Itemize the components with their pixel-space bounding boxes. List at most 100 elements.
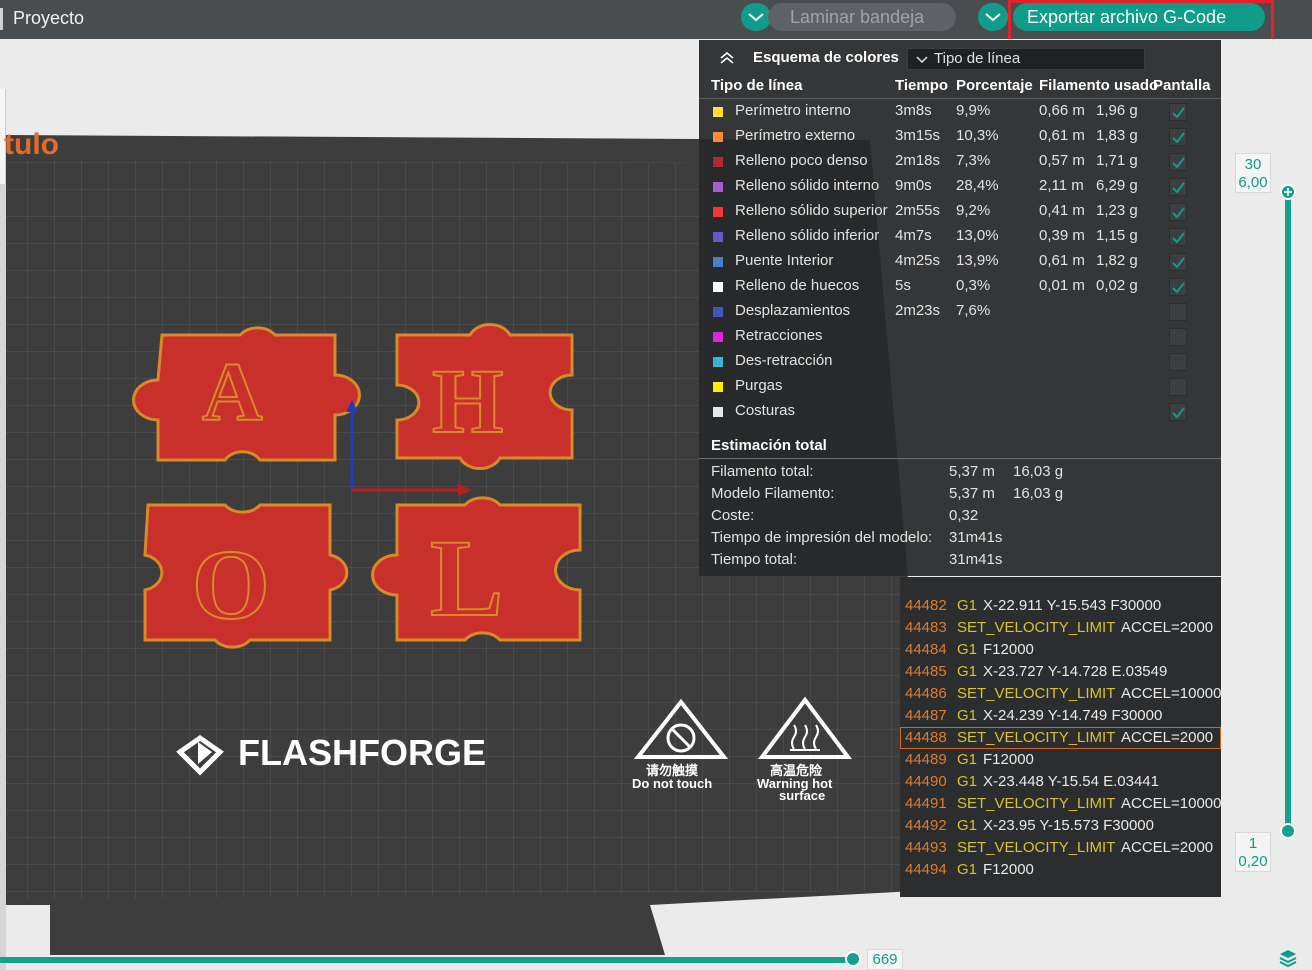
color-swatch: [713, 357, 723, 367]
line-type-row: Purgas: [699, 374, 1221, 399]
estimate-value-2: 16,03 g: [1013, 463, 1064, 480]
plus-icon: [1284, 188, 1292, 196]
gcode-line-number: 44493: [905, 839, 947, 856]
gcode-arguments: X-23.95 Y-15.573 F30000: [983, 817, 1154, 834]
gcode-line[interactable]: 44486 SET_VELOCITY_LIMIT ACCEL=10000: [900, 683, 1222, 705]
row-time: 4m7s: [895, 227, 932, 244]
display-checkbox[interactable]: [1169, 353, 1187, 371]
gcode-line[interactable]: 44485 G1 X-23.727 Y-14.728 E.03549: [900, 661, 1221, 683]
brand-text: FLASHFORGE: [238, 732, 486, 773]
gcode-line[interactable]: 44483 SET_VELOCITY_LIMIT ACCEL=2000: [900, 617, 1221, 639]
layers-icon[interactable]: [1278, 948, 1298, 968]
gcode-line[interactable]: 44491 SET_VELOCITY_LIMIT ACCEL=10000: [900, 793, 1222, 815]
estimate-divider: [699, 458, 1221, 459]
layer-slider-track[interactable]: [1285, 192, 1291, 832]
gcode-line[interactable]: 44494 G1 F12000: [900, 859, 1221, 881]
gcode-line[interactable]: 44493 SET_VELOCITY_LIMIT ACCEL=2000: [900, 837, 1221, 859]
gcode-line[interactable]: 44487 G1 X-24.239 Y-14.749 F30000: [900, 705, 1221, 727]
row-name: Costuras: [735, 402, 796, 419]
gcode-command: G1: [957, 773, 978, 790]
display-checkbox[interactable]: [1169, 278, 1187, 296]
row-percent: 9,2%: [956, 202, 991, 219]
row-name: Purgas: [735, 377, 783, 394]
move-slider-track[interactable]: [0, 957, 855, 963]
row-time: 2m23s: [895, 302, 941, 319]
gcode-arguments: F12000: [983, 751, 1034, 768]
slice-dropdown-button[interactable]: [741, 3, 771, 31]
row-name: Retracciones: [735, 327, 823, 344]
layer-slider-top-handle[interactable]: [1280, 184, 1296, 200]
layer-bottom-height: 0,20: [1238, 853, 1268, 870]
color-swatch: [713, 157, 723, 167]
slice-plate-button[interactable]: Laminar bandeja: [768, 3, 956, 31]
color-scheme-select[interactable]: Tipo de línea: [907, 48, 1145, 70]
row-percent: 13,9%: [956, 252, 999, 269]
estimate-value-2: 16,03 g: [1013, 485, 1064, 502]
checkmark-icon: [1172, 107, 1185, 118]
checkmark-icon: [1172, 157, 1185, 168]
display-checkbox[interactable]: [1169, 228, 1187, 246]
display-checkbox[interactable]: [1169, 303, 1187, 321]
part-letter-o: O: [192, 529, 270, 640]
move-slider-value: 669: [867, 949, 903, 970]
gcode-line[interactable]: 44489 G1 F12000: [900, 749, 1221, 771]
line-type-row: Desplazamientos 2m23s 7,6%: [699, 299, 1221, 324]
row-length: 0,01 m: [1039, 277, 1085, 294]
estimate-value-1: 31m41s: [949, 551, 1003, 568]
gcode-command: SET_VELOCITY_LIMIT: [957, 685, 1116, 702]
row-name: Desplazamientos: [735, 302, 851, 319]
display-checkbox[interactable]: [1169, 203, 1187, 221]
gcode-command: G1: [957, 597, 978, 614]
display-checkbox[interactable]: [1169, 328, 1187, 346]
row-length: 0,66 m: [1039, 102, 1085, 119]
row-percent: 9,9%: [956, 102, 991, 119]
gcode-arguments: ACCEL=10000: [1121, 685, 1222, 702]
checkmark-icon: [1172, 207, 1185, 218]
gcode-command: SET_VELOCITY_LIMIT: [957, 619, 1116, 636]
export-dropdown-button[interactable]: [978, 3, 1008, 31]
collapse-icon[interactable]: [719, 52, 735, 64]
row-length: 2,11 m: [1039, 177, 1084, 194]
color-swatch: [713, 307, 723, 317]
display-checkbox[interactable]: [1169, 403, 1187, 421]
hot-surface-en-2: surface: [779, 788, 825, 803]
gcode-line[interactable]: 44484 G1 F12000: [900, 639, 1221, 661]
line-type-row: Retracciones: [699, 324, 1221, 349]
row-percent: 0,3%: [956, 277, 991, 294]
gcode-arguments: ACCEL=2000: [1121, 729, 1214, 746]
chevron-down-icon: [748, 13, 764, 22]
gcode-line[interactable]: 44490 G1 X-23.448 Y-15.54 E.03441: [900, 771, 1221, 793]
line-type-row: Relleno sólido interno 9m0s 28,4% 2,11 m 6,2…: [699, 174, 1221, 199]
gcode-line[interactable]: 44492 G1 X-23.95 Y-15.573 F30000: [900, 815, 1221, 837]
display-checkbox[interactable]: [1169, 128, 1187, 146]
gcode-command: SET_VELOCITY_LIMIT: [957, 729, 1116, 746]
display-checkbox[interactable]: [1169, 103, 1187, 121]
estimate-row: Tiempo total: 31m41s: [699, 549, 1221, 571]
move-slider-handle[interactable]: [845, 951, 861, 967]
gcode-line[interactable]: 44482 G1 X-22.911 Y-15.543 F30000: [900, 595, 1221, 617]
display-checkbox[interactable]: [1169, 378, 1187, 396]
display-checkbox[interactable]: [1169, 153, 1187, 171]
gcode-viewer[interactable]: 44482 G1 X-22.911 Y-15.543 F30000 44483 SET_…: [900, 577, 1222, 897]
gcode-line[interactable]: 44488 SET_VELOCITY_LIMIT ACCEL=2000: [900, 727, 1221, 749]
gcode-line-number: 44489: [905, 751, 947, 768]
layer-top-label: 30 6,00: [1235, 153, 1271, 193]
gcode-arguments: X-24.239 Y-14.749 F30000: [983, 707, 1163, 724]
gcode-arguments: F12000: [983, 861, 1034, 878]
color-scheme-label: Esquema de colores: [753, 49, 899, 66]
display-checkbox[interactable]: [1169, 253, 1187, 271]
row-weight: 6,29 g: [1096, 177, 1138, 194]
row-length: 0,41 m: [1039, 202, 1085, 219]
gcode-line-number: 44486: [905, 685, 947, 702]
gcode-arguments: F12000: [983, 641, 1034, 658]
estimate-value-1: 5,37 m: [949, 463, 995, 480]
color-swatch: [713, 182, 723, 192]
gcode-arguments: ACCEL=2000: [1121, 839, 1214, 856]
layer-slider-bottom-handle[interactable]: [1280, 823, 1296, 839]
color-swatch: [713, 382, 723, 392]
display-checkbox[interactable]: [1169, 178, 1187, 196]
layer-top-number: 30: [1244, 156, 1262, 173]
row-length: 0,39 m: [1039, 227, 1085, 244]
checkmark-icon: [1172, 257, 1185, 268]
line-type-row: Relleno sólido superior 2m55s 9,2% 0,41 m 1,…: [699, 199, 1221, 224]
